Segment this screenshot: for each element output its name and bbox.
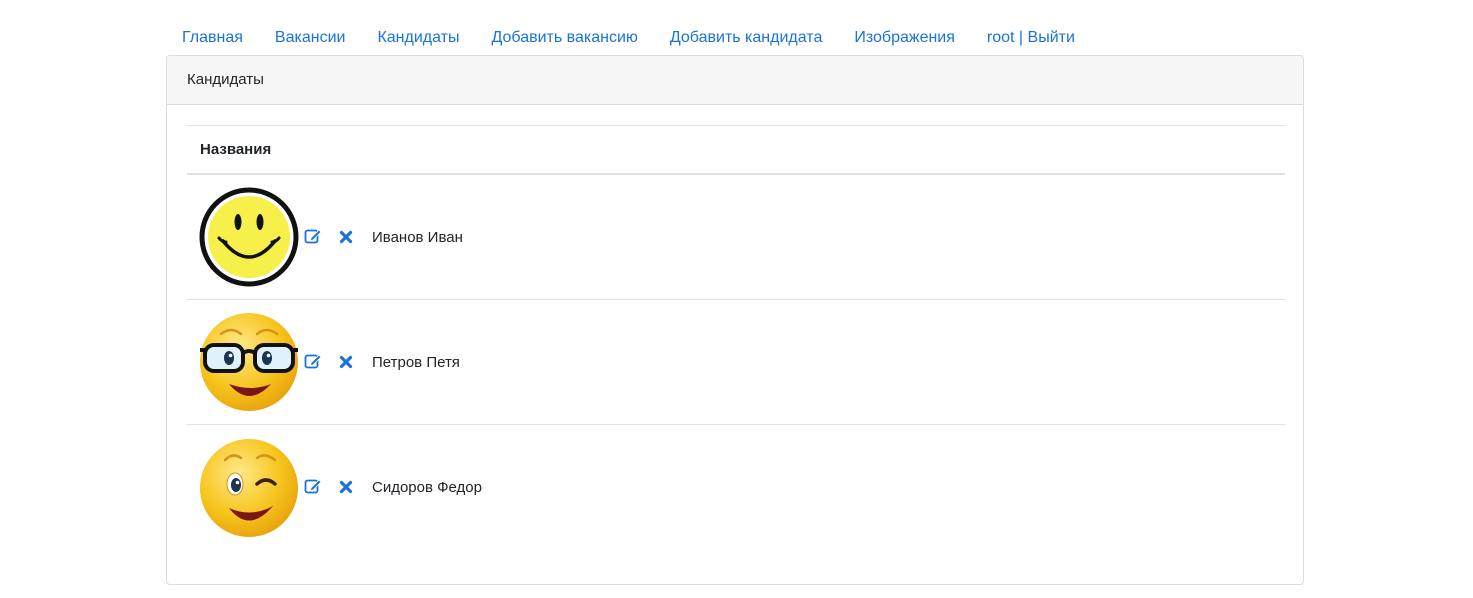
candidate-name: Петров Петя <box>372 353 460 371</box>
nav-link-vacancies[interactable]: Вакансии <box>259 24 362 52</box>
glasses-emoji-icon <box>200 313 298 411</box>
winking-emoji-icon <box>200 438 298 537</box>
nav-link-logout[interactable]: root | Выйти <box>971 24 1091 52</box>
close-icon[interactable] <box>339 355 353 369</box>
table-row: Иванов Иван <box>187 175 1285 300</box>
edit-icon[interactable] <box>304 352 322 370</box>
close-icon[interactable] <box>339 230 353 244</box>
edit-icon[interactable] <box>304 227 322 245</box>
candidates-table: Названия Иванов Иван Петров Петя Сидоров… <box>187 125 1285 550</box>
nav-link-add-vacancy[interactable]: Добавить вакансию <box>475 24 653 52</box>
candidate-name: Сидоров Федор <box>372 479 482 496</box>
top-navigation: Главная Вакансии Кандидаты Добавить вака… <box>166 24 1091 52</box>
candidate-name: Иванов Иван <box>372 228 463 246</box>
edit-icon[interactable] <box>304 477 322 495</box>
nav-link-images[interactable]: Изображения <box>838 24 971 52</box>
close-icon[interactable] <box>339 480 353 494</box>
classic-smiley-icon <box>199 187 299 287</box>
table-row: Сидоров Федор <box>187 425 1285 550</box>
nav-link-candidates[interactable]: Кандидаты <box>361 24 475 52</box>
candidates-card: Кандидаты Названия Иванов Иван Петров Пе… <box>166 55 1304 585</box>
nav-link-home[interactable]: Главная <box>166 24 259 52</box>
table-header-names: Названия <box>187 125 1285 175</box>
card-header: Кандидаты <box>167 56 1303 105</box>
table-row: Петров Петя <box>187 300 1285 425</box>
nav-link-add-candidate[interactable]: Добавить кандидата <box>654 24 838 52</box>
